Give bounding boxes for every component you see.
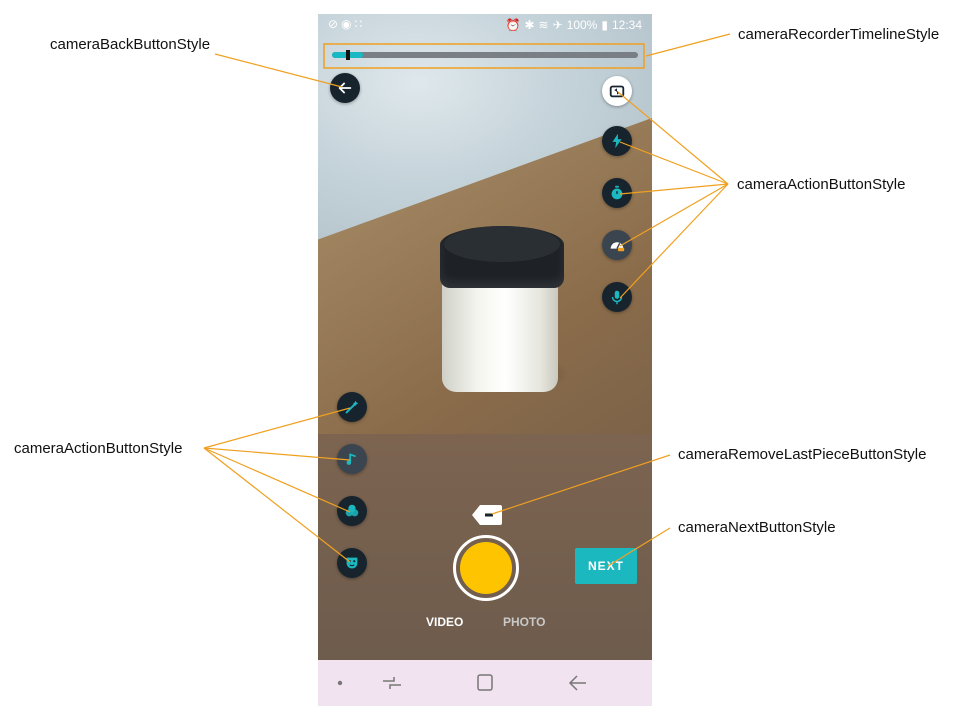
back-arrow-icon [338,82,352,94]
alarm-icon: ⏰ [505,18,521,32]
filters-icon [345,504,359,517]
speed-off-icon [610,242,625,252]
filters-button[interactable] [337,496,367,526]
magic-wand-icon [345,400,359,414]
back-nav-icon[interactable] [566,672,590,694]
annotation-remove-last: cameraRemoveLastPieceButtonStyle [678,446,927,463]
status-right-icons: ⏰ ✱ ≋ ✈ 100% ▮ 12:34 [506,18,642,32]
switch-camera-button[interactable] [602,76,632,106]
back-button[interactable] [330,73,360,103]
capture-button[interactable] [453,535,519,601]
status-left-icons: ⊘◉∷ [328,17,365,31]
mode-video[interactable]: VIDEO [426,615,463,629]
annotation-back-button: cameraBackButtonStyle [50,36,211,53]
next-button[interactable]: NEXT [575,548,637,584]
eye-comfort-icon: ◉ [341,17,355,31]
timeline-marker [345,50,350,60]
microphone-icon [611,290,623,305]
navigation-bar [318,660,652,706]
minus-icon [485,513,493,517]
airplane-icon: ✈ [552,18,563,32]
annotation-timeline: cameraRecorderTimelineStyle [738,26,940,43]
mode-photo[interactable]: PHOTO [503,615,545,629]
bluetooth-icon: ✱ [524,18,535,32]
jar-body [442,276,558,392]
nav-dot-icon[interactable] [334,672,358,694]
apps-icon: ∷ [354,17,366,31]
capture-button-inner [460,542,512,594]
remove-last-piece-button[interactable] [472,504,502,526]
status-time: 12:34 [611,18,642,32]
timer-button[interactable] [602,178,632,208]
home-icon[interactable] [473,672,497,694]
flash-button[interactable] [602,126,632,156]
wifi-icon: ≋ [538,18,549,32]
recorder-timeline [332,50,638,60]
face-mask-button[interactable] [337,548,367,578]
annotation-action-left: cameraActionButtonStyle [14,440,183,457]
annotation-action-right: cameraActionButtonStyle [737,176,906,193]
speed-button[interactable] [602,230,632,260]
battery-percent: 100% [566,18,598,32]
face-mask-icon [346,557,358,569]
flash-icon [612,133,622,149]
microphone-button[interactable] [602,282,632,312]
camera-screen: ⊘◉∷ ⏰ ✱ ≋ ✈ 100% ▮ 12:34 NEXT VIDEO PHOT… [318,14,652,706]
beauty-effect-button[interactable] [337,392,367,422]
battery-icon: ▮ [601,18,608,32]
recent-apps-icon[interactable] [380,672,404,694]
music-note-icon [346,453,356,465]
switch-camera-icon [609,85,625,98]
status-bar: ⊘◉∷ ⏰ ✱ ≋ ✈ 100% ▮ 12:34 [318,14,652,36]
timer-icon [611,185,623,200]
music-button[interactable] [337,444,367,474]
jar-lid-top [444,226,560,262]
do-not-disturb-icon: ⊘ [328,17,342,31]
annotation-next: cameraNextButtonStyle [678,519,836,536]
